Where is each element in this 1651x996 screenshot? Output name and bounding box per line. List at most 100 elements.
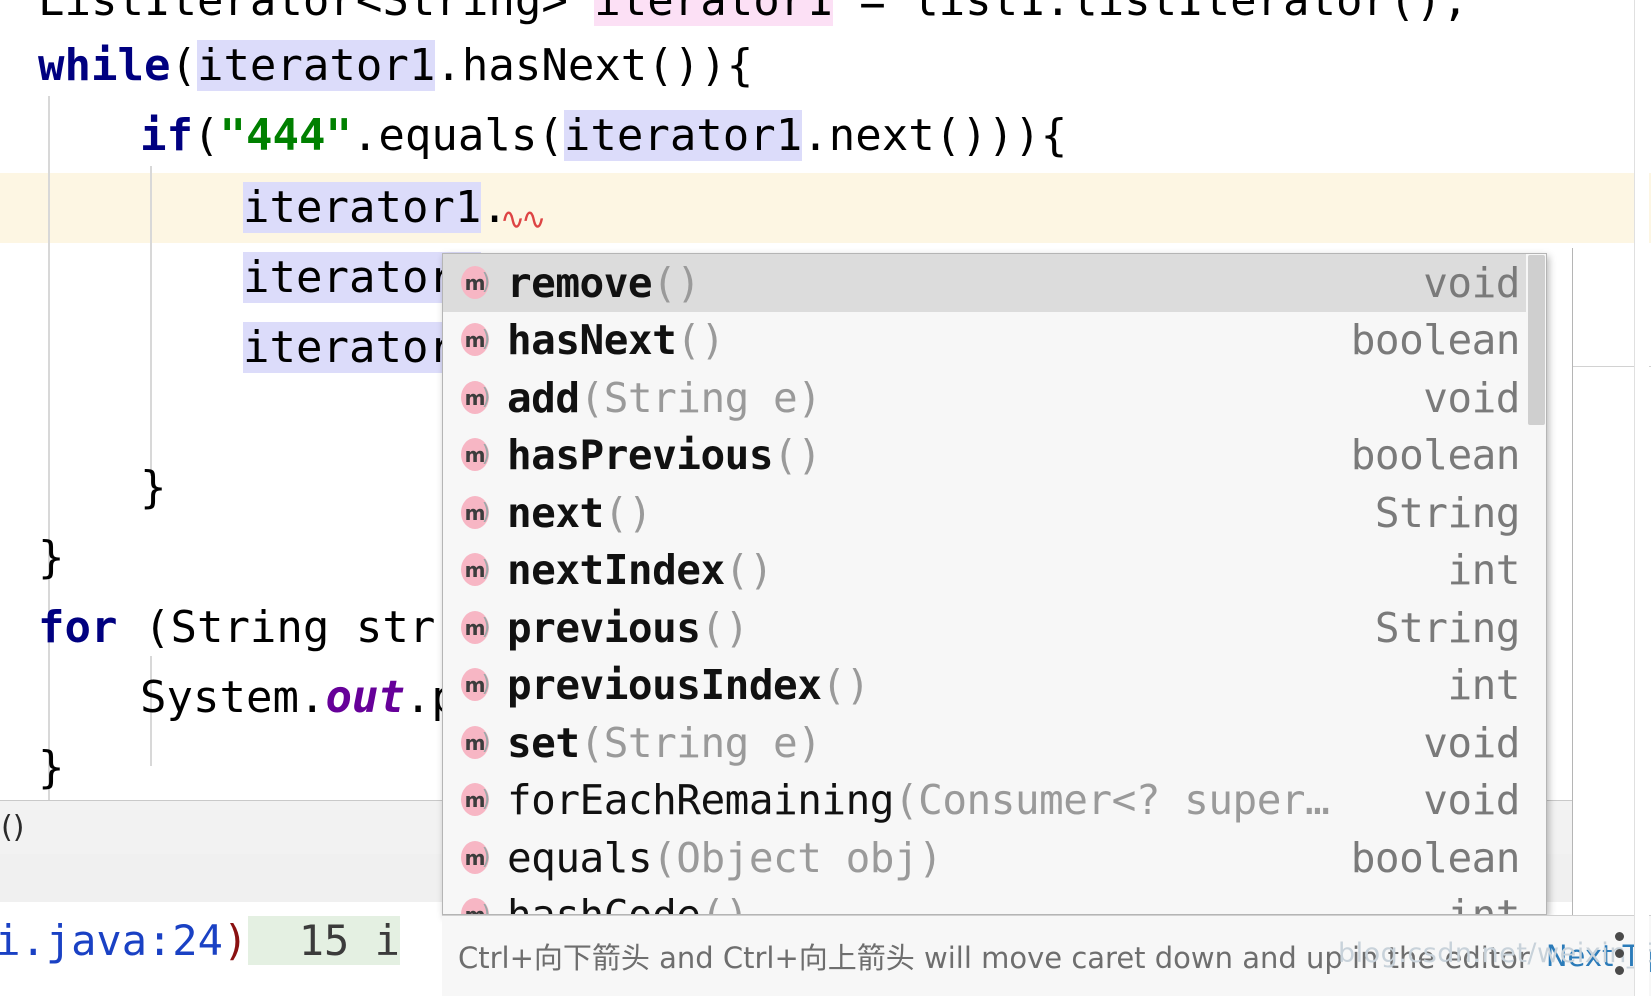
- method-icon-paren-right: ): [479, 384, 493, 410]
- method-icon-paren-right: ): [479, 557, 493, 583]
- code-completion-popup[interactable]: (m)remove()void(m)hasNext()boolean(m)add…: [442, 253, 1547, 915]
- completion-item[interactable]: (m) forEachRemaining(Consumer<? super… voi…: [443, 772, 1546, 830]
- code-token: iterator1: [196, 40, 436, 91]
- method-icon: (m): [457, 897, 493, 915]
- completion-item-return-type: void: [1423, 718, 1520, 767]
- method-icon: (m): [457, 322, 493, 358]
- completion-item[interactable]: (m) remove() void: [443, 254, 1546, 312]
- completion-item-return-type: void: [1423, 776, 1520, 825]
- completion-item-signature: (): [700, 603, 749, 652]
- code-token: System.: [140, 672, 326, 723]
- method-icon: (m): [457, 667, 493, 703]
- completion-item-name: hasPrevious: [507, 431, 774, 480]
- completion-item[interactable]: (m) hasNext() boolean: [443, 312, 1546, 370]
- method-icon-paren-right: ): [479, 269, 493, 295]
- code-token: (: [170, 40, 197, 91]
- method-icon: (m): [457, 782, 493, 818]
- completion-item-name: hashCode: [507, 891, 701, 914]
- method-icon-paren-right: ): [479, 672, 493, 698]
- watermark: blog.csdn.net/weixin_5464133: [1338, 938, 1651, 969]
- completion-item[interactable]: (m) add(String e) void: [443, 369, 1546, 427]
- completion-item-signature: (): [700, 891, 749, 914]
- completion-item-return-type: boolean: [1350, 833, 1521, 882]
- editor-scrollbar[interactable]: [1634, 0, 1649, 996]
- completion-scrollbar[interactable]: [1526, 254, 1546, 914]
- console-stacktrace-link[interactable]: li.java:24: [0, 916, 223, 965]
- method-icon-paren-right: ): [479, 902, 493, 915]
- completion-item-return-type: int: [1447, 661, 1520, 710]
- completion-item-signature: (): [652, 258, 701, 307]
- code-token: (String str: [117, 602, 436, 653]
- line-if-equals: if("444".equals(iterator1.next())){: [0, 101, 1651, 171]
- method-icon: (m): [457, 437, 493, 473]
- completion-item-return-type: String: [1374, 603, 1521, 652]
- completion-item-signature: (): [773, 431, 822, 480]
- completion-item-return-type: boolean: [1350, 431, 1521, 480]
- completion-item-label: nextIndex(): [507, 546, 774, 595]
- completion-item[interactable]: (m) previousIndex() int: [443, 657, 1546, 715]
- completion-item-return-type: String: [1374, 488, 1521, 537]
- completion-item-return-type: void: [1423, 258, 1520, 307]
- line-caret: iterator1.: [0, 173, 1651, 243]
- completion-item-name: previousIndex: [507, 661, 822, 710]
- line-while: while(iterator1.hasNext()){: [0, 31, 1651, 101]
- code-token: out: [325, 672, 405, 723]
- completion-item-label: set(String e): [507, 718, 822, 767]
- method-icon-paren-right: ): [479, 442, 493, 468]
- completion-item-signature: (Object obj): [652, 833, 943, 882]
- completion-item-label: forEachRemaining(Consumer<? super…: [507, 776, 1330, 825]
- method-icon-paren-right: ): [479, 787, 493, 813]
- method-icon: (m): [457, 840, 493, 876]
- code-token: = list1.listIterator();: [832, 0, 1469, 26]
- completion-item-name: equals: [507, 833, 653, 882]
- completion-item[interactable]: (m) hasPrevious() boolean: [443, 427, 1546, 485]
- scrollbar-thumb[interactable]: [1528, 255, 1545, 425]
- console-highlight: 15 i: [248, 916, 400, 965]
- completion-item-signature: (): [603, 488, 653, 537]
- completion-item-label: next(): [507, 488, 653, 537]
- completion-item[interactable]: (m) nextIndex() int: [443, 542, 1546, 600]
- code-token: iterator1: [563, 110, 803, 161]
- completion-item-name: previous: [507, 603, 701, 652]
- kebab-dot: [1615, 932, 1624, 941]
- method-icon: (m): [457, 725, 493, 761]
- console-paren: ): [222, 916, 249, 965]
- completion-item-name: nextIndex: [507, 546, 725, 595]
- method-icon-paren-right: ): [479, 844, 493, 870]
- code-token: if: [140, 110, 193, 161]
- completion-list[interactable]: (m)remove()void(m)hasNext()boolean(m)add…: [443, 254, 1546, 915]
- method-icon-paren-right: ): [479, 614, 493, 640]
- breadcrumb-label: n(): [0, 810, 25, 845]
- completion-item-signature: (Consumer<? super…: [893, 776, 1330, 825]
- more-options-icon[interactable]: [1615, 932, 1625, 976]
- error-squiggle-icon: ∿∿: [500, 202, 546, 237]
- completion-item-return-type: boolean: [1350, 316, 1521, 365]
- completion-item-label: add(String e): [507, 374, 822, 422]
- console-line: li.java:24) 15 i: [0, 916, 400, 965]
- method-icon-paren-right: ): [479, 729, 493, 755]
- completion-item[interactable]: (m) hashCode() int: [443, 887, 1546, 915]
- completion-item-signature: (): [724, 546, 774, 595]
- completion-item[interactable]: (m) equals(Object obj) boolean: [443, 829, 1546, 887]
- code-token: while: [38, 40, 171, 91]
- completion-item-label: hashCode(): [507, 891, 749, 914]
- code-token: .equals(: [351, 110, 564, 161]
- code-token: }: [38, 532, 65, 583]
- code-token: "444": [219, 110, 352, 161]
- completion-item-name: remove: [507, 258, 653, 307]
- completion-item[interactable]: (m) previous() String: [443, 599, 1546, 657]
- completion-item-return-type: int: [1447, 546, 1520, 595]
- completion-item-label: equals(Object obj): [507, 833, 943, 882]
- completion-item[interactable]: (m) set(String e) void: [443, 714, 1546, 772]
- completion-item-name: set: [507, 718, 580, 767]
- code-token: }: [140, 462, 167, 513]
- kebab-dot: [1615, 966, 1624, 975]
- completion-item-signature: (): [676, 316, 725, 365]
- completion-item-return-type: int: [1447, 891, 1520, 914]
- completion-item-label: remove(): [507, 258, 701, 307]
- method-icon: (m): [457, 552, 493, 588]
- completion-item[interactable]: (m) next() String: [443, 484, 1546, 542]
- code-token: for: [38, 602, 118, 653]
- completion-item-label: hasPrevious(): [507, 431, 822, 480]
- completion-item-name: hasNext: [507, 316, 677, 365]
